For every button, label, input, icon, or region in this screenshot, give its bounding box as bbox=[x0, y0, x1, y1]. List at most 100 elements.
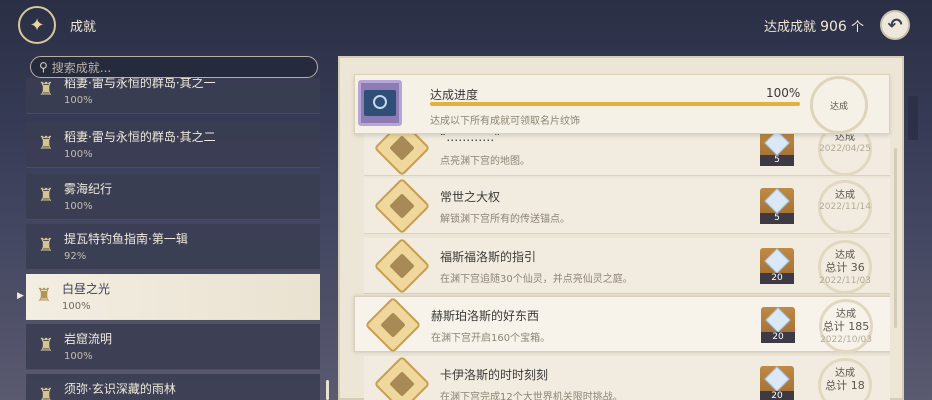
stamp-count: 总计 18 bbox=[825, 379, 865, 392]
category-item[interactable]: ♜ 雾海纪行 100% bbox=[26, 174, 320, 220]
stamp-status: 达成 bbox=[835, 368, 855, 379]
category-name: 雾海纪行 bbox=[64, 182, 113, 196]
category-scrollbar[interactable] bbox=[326, 380, 329, 400]
achievement-item[interactable]: 福斯福洛斯的指引 在渊下宫追随30个仙灵，并点亮仙灵之庭。 20 达成 总计 3… bbox=[364, 237, 890, 295]
reward-qty: 5 bbox=[760, 213, 794, 224]
reward-qty: 5 bbox=[760, 155, 794, 166]
achievement-title: 卡伊洛斯的时时刻刻 bbox=[440, 368, 549, 382]
achievement-desc: 在渊下宫开启160个宝箱。 bbox=[431, 333, 551, 344]
completion-stamp: 达成 总计 36 2022/11/03 bbox=[810, 240, 880, 294]
reward-item[interactable]: 20 bbox=[760, 248, 794, 284]
achievement-item[interactable]: 卡伊洛斯的时时刻刻 在渊下宫完成12个大世界机关限时挑战。 20 达成 总计 1… bbox=[364, 355, 890, 400]
namecard-reward-icon[interactable] bbox=[358, 80, 402, 126]
category-item-selected[interactable]: ♜ 白昼之光 100% bbox=[26, 274, 320, 320]
achievement-scrollbar[interactable] bbox=[894, 148, 897, 328]
category-name: 提瓦特钓鱼指南·第一辑 bbox=[64, 232, 188, 246]
reward-item[interactable]: 20 bbox=[760, 366, 794, 400]
stamp-count: 总计 185 bbox=[822, 320, 870, 333]
top-bar: ✦ 成就 达成成就 906 个 ↶ bbox=[0, 0, 932, 52]
achievement-total: 达成成就 906 个 bbox=[764, 16, 864, 35]
category-list[interactable]: ♜ 稻妻·雷与永恒的群岛·其之一 100% ♜ 稻妻·雷与永恒的群岛·其之二 1… bbox=[26, 78, 320, 400]
namecard-art bbox=[364, 90, 396, 116]
category-name: 稻妻·雷与永恒的群岛·其之一 bbox=[64, 78, 216, 90]
achievement-item-highlighted[interactable]: 赫斯珀洛斯的好东西 在渊下宫开启160个宝箱。 20 达成 总计 185 202… bbox=[354, 296, 890, 354]
page-title: 成就 bbox=[70, 20, 97, 35]
progress-desc: 达成以下所有成就可领取名片纹饰 bbox=[430, 116, 580, 127]
completion-stamp: 达成 2022/11/14 bbox=[810, 180, 880, 234]
achievement-badge-icon bbox=[364, 296, 422, 354]
stamp-status: 达成 bbox=[835, 250, 855, 261]
side-tab[interactable] bbox=[908, 96, 918, 140]
search-input[interactable]: ⚲ 搜索成就... bbox=[30, 56, 318, 78]
achievement-item[interactable]: 常世之大权 解锁渊下宫所有的传送锚点。 5 达成 2022/11/14 bbox=[364, 177, 890, 235]
category-icon: ♜ bbox=[37, 79, 55, 100]
achievement-emblem-icon: ✦ bbox=[18, 6, 56, 44]
primogem-icon bbox=[764, 130, 790, 156]
completion-stamp: 达成 总计 185 2022/10/03 bbox=[811, 299, 881, 353]
achievement-desc: 点亮渊下宫的地图。 bbox=[440, 156, 530, 167]
category-name: 稻妻·雷与永恒的群岛·其之二 bbox=[64, 130, 216, 144]
progress-title: 达成进度 bbox=[430, 88, 479, 102]
category-percent: 100% bbox=[64, 351, 93, 362]
category-icon: ♜ bbox=[37, 185, 55, 206]
category-item[interactable]: ♜ 须弥·玄识深藏的雨林 bbox=[26, 374, 320, 400]
category-percent: 100% bbox=[64, 149, 93, 160]
completion-stamp: 达成 总计 18 bbox=[810, 358, 880, 400]
category-name: 须弥·玄识深藏的雨林 bbox=[64, 382, 176, 396]
total-label: 达成成就 bbox=[763, 20, 816, 35]
search-placeholder: 搜索成就... bbox=[51, 60, 112, 75]
primogem-icon bbox=[764, 188, 790, 214]
category-item[interactable]: ♜ 提瓦特钓鱼指南·第一辑 92% bbox=[26, 224, 320, 270]
achievement-title: 赫斯珀洛斯的好东西 bbox=[431, 309, 540, 323]
stamp-date: 2022/11/03 bbox=[819, 276, 871, 286]
category-item[interactable]: ♜ 岩窟流明 100% bbox=[26, 324, 320, 370]
achievement-title: 常世之大权 bbox=[440, 190, 501, 204]
progress-fill bbox=[430, 102, 800, 106]
progress-bar bbox=[430, 102, 800, 106]
category-icon: ♜ bbox=[35, 285, 53, 306]
stamp-status: 达成 bbox=[836, 309, 856, 320]
namecard-emblem bbox=[373, 95, 387, 109]
stamp-count: 总计 36 bbox=[825, 261, 865, 274]
category-percent: 100% bbox=[64, 95, 93, 106]
achievement-desc: 在渊下宫完成12个大世界机关限时挑战。 bbox=[440, 392, 623, 400]
category-item[interactable]: ♜ 稻妻·雷与永恒的群岛·其之二 100% bbox=[26, 122, 320, 168]
primogem-icon bbox=[765, 307, 791, 333]
back-arrow-icon: ↶ bbox=[887, 14, 903, 36]
selection-indicator-icon: ▶ bbox=[17, 291, 24, 301]
stamp-date: 2022/10/03 bbox=[820, 335, 872, 345]
achievement-desc: 解锁渊下宫所有的传送锚点。 bbox=[440, 214, 570, 225]
progress-stamp-text: 达成 bbox=[829, 101, 848, 112]
achievement-badge-icon bbox=[373, 237, 431, 295]
achievement-desc: 在渊下宫追随30个仙灵，并点亮仙灵之庭。 bbox=[440, 274, 633, 285]
search-icon: ⚲ bbox=[39, 60, 48, 74]
achievement-badge-icon bbox=[373, 177, 431, 235]
stamp-date: 2022/04/25 bbox=[819, 144, 871, 154]
stamp-status: 达成 bbox=[835, 190, 855, 201]
progress-percent: 100% bbox=[766, 86, 801, 100]
category-icon: ♜ bbox=[37, 133, 55, 154]
achievement-title: 福斯福洛斯的指引 bbox=[440, 250, 537, 264]
reward-item[interactable]: 5 bbox=[760, 188, 794, 224]
reward-qty: 20 bbox=[760, 391, 794, 400]
category-percent: 100% bbox=[64, 201, 93, 212]
total-unit: 个 bbox=[850, 20, 864, 35]
primogem-icon bbox=[764, 248, 790, 274]
category-percent: 100% bbox=[62, 301, 91, 312]
category-icon: ♜ bbox=[37, 385, 55, 400]
reward-qty: 20 bbox=[761, 332, 795, 343]
category-item[interactable]: ♜ 稻妻·雷与永恒的群岛·其之一 100% bbox=[26, 78, 320, 114]
reward-qty: 20 bbox=[760, 273, 794, 284]
achievement-panel: “…………” 点亮渊下宫的地图。 5 达成 2022/04/25 常世之大权 解… bbox=[338, 56, 904, 400]
reward-item[interactable]: 5 bbox=[760, 130, 794, 166]
category-percent: 92% bbox=[64, 251, 87, 262]
category-name: 岩窟流明 bbox=[64, 332, 113, 346]
category-icon: ♜ bbox=[37, 335, 55, 356]
back-button[interactable]: ↶ bbox=[880, 10, 910, 40]
primogem-icon bbox=[764, 366, 790, 392]
stamp-date: 2022/11/14 bbox=[819, 202, 871, 212]
reward-item[interactable]: 20 bbox=[761, 307, 795, 343]
category-name: 白昼之光 bbox=[62, 282, 111, 296]
progress-stamp: 达成 bbox=[810, 76, 868, 134]
category-icon: ♜ bbox=[37, 235, 55, 256]
